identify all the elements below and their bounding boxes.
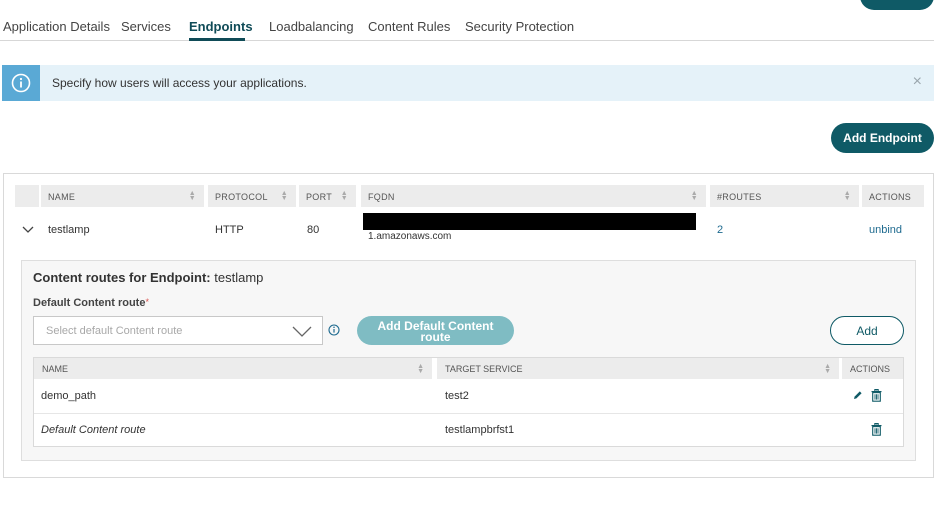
route-target: test2 <box>445 390 469 402</box>
default-route-label: Default Content route* <box>33 297 149 309</box>
endpoint-routes-link[interactable]: 2 <box>717 224 723 236</box>
route-name: Default Content route <box>41 424 146 436</box>
endpoint-fqdn: 1.amazonaws.com <box>368 231 452 242</box>
sort-icon[interactable]: ▲ ▼ <box>691 190 698 202</box>
add-default-content-route-button[interactable]: Add Default Content route <box>357 316 514 345</box>
tab-loadbalancing[interactable]: Loadbalancing <box>269 19 354 34</box>
pencil-icon[interactable] <box>853 390 863 400</box>
routes-header-name[interactable]: NAME ▲ ▼ <box>34 358 432 379</box>
route-target: testlampbrfst1 <box>445 424 515 436</box>
redacted-block <box>363 213 696 230</box>
trash-icon[interactable] <box>871 423 882 436</box>
sort-icon[interactable]: ▲ ▼ <box>844 190 851 202</box>
tab-security-protection[interactable]: Security Protection <box>465 19 574 34</box>
info-icon[interactable] <box>328 324 340 336</box>
info-banner: Specify how users will access your appli… <box>2 65 934 101</box>
table-header-expand <box>15 185 39 207</box>
endpoint-protocol: HTTP <box>215 224 244 236</box>
content-routes-title: Content routes for Endpoint: testlamp <box>33 270 264 285</box>
sort-icon[interactable]: ▲ ▼ <box>417 363 424 375</box>
tab-services[interactable]: Services <box>121 19 171 34</box>
default-route-select[interactable]: Select default Content route <box>33 316 323 345</box>
table-header-actions: ACTIONS <box>862 185 924 207</box>
routes-header-target[interactable]: TARGET SERVICE ▲ ▼ <box>437 358 839 379</box>
row-divider <box>34 413 903 414</box>
table-header-name[interactable]: NAME ▲ ▼ <box>41 185 204 207</box>
tab-content-rules[interactable]: Content Rules <box>368 19 450 34</box>
table-header-fqdn[interactable]: FQDN ▲ ▼ <box>361 185 706 207</box>
close-icon[interactable]: × <box>913 74 922 90</box>
unbind-link[interactable]: unbind <box>869 224 902 236</box>
table-header-port[interactable]: PORT ▲ ▼ <box>299 185 356 207</box>
active-tab-indicator <box>189 38 245 41</box>
add-content-route-button[interactable]: Add <box>830 316 904 345</box>
add-endpoint-button[interactable]: Add Endpoint <box>831 123 934 153</box>
tab-bar: Application Details Services Endpoints L… <box>0 0 934 41</box>
endpoint-port: 80 <box>307 224 320 236</box>
route-name: demo_path <box>41 390 97 402</box>
info-icon-box <box>2 65 40 101</box>
table-header-protocol[interactable]: PROTOCOL ▲ ▼ <box>208 185 296 207</box>
table-header-routes[interactable]: #ROUTES ▲ ▼ <box>710 185 859 207</box>
sort-icon[interactable]: ▲ ▼ <box>189 190 196 202</box>
sort-icon[interactable]: ▲ ▼ <box>824 363 831 375</box>
endpoint-name: testlamp <box>48 224 90 236</box>
info-icon <box>11 73 31 93</box>
banner-message: Specify how users will access your appli… <box>52 76 307 90</box>
routes-header-actions: ACTIONS <box>842 358 903 379</box>
trash-icon[interactable] <box>871 389 882 402</box>
sort-icon[interactable]: ▲ ▼ <box>281 190 288 202</box>
tab-endpoints[interactable]: Endpoints <box>189 19 253 34</box>
tab-application-details[interactable]: Application Details <box>3 19 110 34</box>
chevron-down-icon[interactable] <box>292 326 312 338</box>
chevron-down-icon[interactable] <box>22 225 34 235</box>
sort-icon[interactable]: ▲ ▼ <box>341 190 348 202</box>
